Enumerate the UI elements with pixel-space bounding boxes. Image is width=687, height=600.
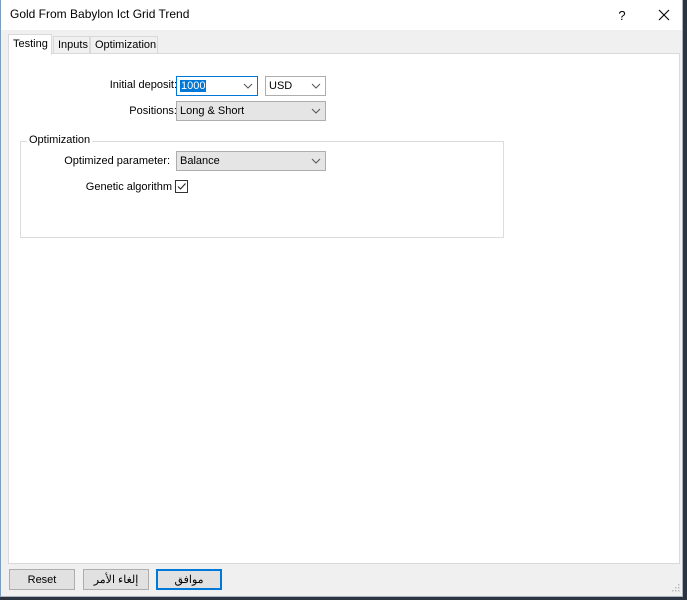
optimization-group-title: Optimization	[27, 134, 93, 146]
positions-label: Positions:	[129, 105, 177, 117]
optimization-groupbox: Optimization Optimized parameter: Balanc…	[20, 134, 504, 238]
testing-panel: Initial deposit: 1000 USD Positions: Lon…	[8, 53, 680, 564]
close-icon	[658, 9, 670, 21]
chevron-down-icon	[311, 108, 321, 114]
chevron-down-icon	[243, 83, 253, 89]
genetic-algorithm-label: Genetic algorithm	[85, 181, 172, 193]
dialog-window: Gold From Babylon Ict Grid Trend ? Testi…	[0, 0, 683, 597]
tab-inputs[interactable]: Inputs	[53, 36, 90, 54]
ok-button[interactable]: موافق	[156, 569, 222, 590]
window-title: Gold From Babylon Ict Grid Trend	[10, 7, 190, 21]
resize-grip-icon[interactable]	[670, 584, 680, 594]
optimized-parameter-label: Optimized parameter:	[64, 155, 170, 167]
reset-button[interactable]: Reset	[9, 569, 75, 590]
initial-deposit-label: Initial deposit:	[109, 79, 177, 91]
positions-combo[interactable]: Long & Short	[176, 101, 326, 121]
close-button[interactable]	[641, 0, 687, 30]
tab-testing[interactable]: Testing	[8, 34, 52, 55]
cancel-button[interactable]: إلغاء الأمر	[83, 569, 149, 590]
currency-combo[interactable]: USD	[265, 76, 326, 96]
checkmark-icon	[177, 183, 186, 190]
genetic-algorithm-checkbox[interactable]	[175, 180, 188, 193]
currency-value: USD	[269, 80, 293, 92]
help-icon: ?	[618, 7, 626, 23]
help-button[interactable]: ?	[599, 0, 645, 30]
initial-deposit-value: 1000	[180, 80, 207, 92]
initial-deposit-combo[interactable]: 1000	[176, 76, 258, 96]
positions-value: Long & Short	[180, 105, 245, 117]
title-bar: Gold From Babylon Ict Grid Trend ?	[1, 0, 682, 30]
chevron-down-icon	[311, 83, 321, 89]
optimized-parameter-value: Balance	[180, 155, 220, 167]
optimized-parameter-combo[interactable]: Balance	[176, 151, 326, 171]
chevron-down-icon	[311, 158, 321, 164]
tab-optimization[interactable]: Optimization	[90, 36, 158, 54]
